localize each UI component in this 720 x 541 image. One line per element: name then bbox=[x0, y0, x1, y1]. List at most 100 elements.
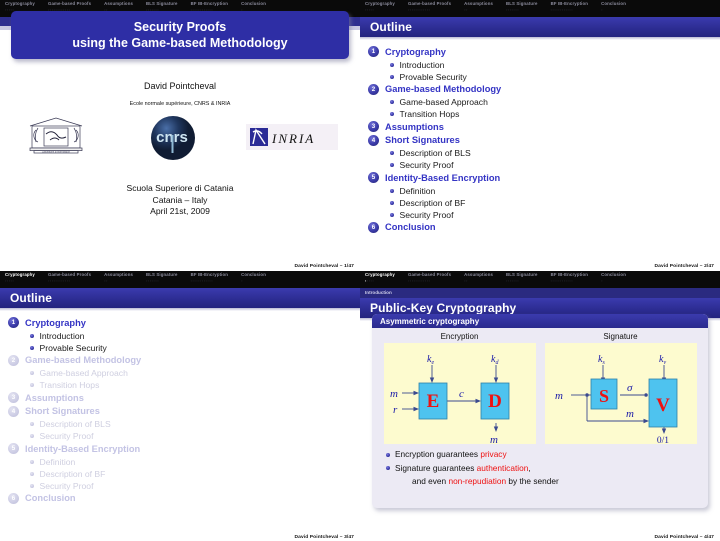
nav-section-label: BLS Signature bbox=[146, 272, 178, 277]
outline-subitem-game-based-approach[interactable]: Game-based Approach bbox=[8, 367, 360, 379]
outline-item-identity-based-encryption[interactable]: 5 Identity-Based Encryption bbox=[368, 171, 720, 184]
outline-subitem-description-of-bf[interactable]: Description of BF bbox=[8, 468, 360, 480]
signature-passthrough-m: m bbox=[626, 408, 634, 420]
nav-dot[interactable]: ◦ bbox=[373, 279, 375, 283]
bullet-dot-icon bbox=[30, 483, 34, 488]
inria-logo: INRIA bbox=[246, 124, 338, 150]
outline-subitem-provable-security[interactable]: Provable Security bbox=[8, 342, 360, 354]
nav-section-assumptions[interactable]: Assumptions ◦◦ bbox=[464, 1, 493, 13]
outline-item-assumptions[interactable]: 3 Assumptions bbox=[8, 391, 360, 404]
nav-section-conclusion[interactable]: Conclusion ◦ bbox=[601, 272, 626, 284]
slide-3-outline-highlight[interactable]: Cryptography ◦◦◦◦◦ Game-based Proofs ◦◦◦◦◦◦… bbox=[0, 271, 360, 541]
slide-1-title-page[interactable]: Cryptography ◦◦◦◦◦ Game-based Proofs ◦◦◦◦◦◦… bbox=[0, 0, 360, 270]
nav-dot[interactable]: ◦ bbox=[601, 8, 603, 12]
nav-section-assumptions[interactable]: Assumptions ◦◦ bbox=[464, 272, 493, 284]
outline-item-identity-based-encryption[interactable]: 5 Identity-Based Encryption bbox=[8, 442, 360, 455]
outline-subitem-game-based-approach[interactable]: Game-based Approach bbox=[368, 96, 720, 108]
nav-section-bls-signature[interactable]: BLS Signature ◦◦◦◦◦◦◦ bbox=[146, 272, 178, 284]
outline-item-conclusion[interactable]: 6 Conclusion bbox=[8, 492, 360, 505]
outline-section-label: Cryptography bbox=[385, 46, 446, 57]
outline-item-short-signatures[interactable]: 4 Short Signatures bbox=[8, 405, 360, 418]
slide-2-outline[interactable]: Cryptography ◦◦◦◦◦ Game-based Proofs ◦◦◦◦◦◦… bbox=[360, 0, 720, 270]
outline-item-game-based-methodology[interactable]: 2 Game-based Methodology bbox=[368, 83, 720, 96]
nav-dot[interactable]: ◦ bbox=[517, 8, 519, 12]
nav-section-assumptions[interactable]: Assumptions ◦◦ bbox=[104, 272, 133, 284]
nav-section-label: BLS Signature bbox=[506, 1, 538, 6]
nav-dot[interactable]: ◦ bbox=[517, 279, 519, 283]
outline-number-badge: 4 bbox=[8, 405, 19, 417]
outline-item-cryptography[interactable]: 1 Cryptography bbox=[8, 316, 360, 329]
encryption-caption: Encryption bbox=[440, 332, 479, 341]
nav-section-cryptography[interactable]: Cryptography ▪◦◦◦◦ bbox=[365, 272, 395, 284]
nav-section-game-based-proofs[interactable]: Game-based Proofs ◦◦◦◦◦◦◦◦◦◦◦◦ bbox=[48, 272, 91, 284]
nav-section-bls-signature[interactable]: BLS Signature ◦◦◦◦◦◦◦ bbox=[506, 1, 538, 13]
outline-subitem-security-proof[interactable]: Security Proof bbox=[8, 430, 360, 442]
outline-item-cryptography[interactable]: 1 Cryptography bbox=[368, 45, 720, 58]
outline-subitem-security-proof[interactable]: Security Proof bbox=[8, 480, 360, 492]
nav-dot[interactable]: ◦ bbox=[429, 279, 431, 283]
outline-subitem-security-proof[interactable]: Security Proof bbox=[368, 159, 720, 171]
outline-item-assumptions[interactable]: 3 Assumptions bbox=[368, 120, 720, 133]
slide-2-footer: David Pointcheval – 2/47 bbox=[654, 264, 714, 269]
venue-line-1: Scuola Superiore di Catania bbox=[126, 183, 234, 193]
nav-dot[interactable]: ◦ bbox=[157, 279, 159, 283]
bullet-encryption: Encryption guarantees privacy bbox=[386, 449, 702, 460]
nav-section-cryptography[interactable]: Cryptography ◦◦◦◦◦ bbox=[365, 1, 395, 13]
nav-section-cryptography[interactable]: Cryptography ◦◦◦◦◦ bbox=[5, 272, 35, 284]
nav-section-conclusion[interactable]: Conclusion ◦ bbox=[601, 1, 626, 13]
signature-sigma: σ bbox=[627, 382, 633, 394]
outline-subitem-description-of-bf[interactable]: Description of BF bbox=[368, 197, 720, 209]
nav-dot[interactable]: ◦ bbox=[106, 279, 108, 283]
nav-dot[interactable]: ◦ bbox=[601, 279, 603, 283]
signature-canvas: S V ks kv m σ m 0/1 bbox=[544, 343, 697, 446]
outline-subitem-description-of-bls[interactable]: Description of BLS bbox=[368, 147, 720, 159]
nav-dot[interactable]: ◦ bbox=[69, 279, 71, 283]
nav-dot[interactable]: ◦ bbox=[571, 8, 573, 12]
nav-section-bf-ib-encryption[interactable]: BF IB-Encryption ◦◦◦◦◦◦◦◦◦◦◦◦ bbox=[191, 272, 229, 284]
nav-dot[interactable]: ◦ bbox=[211, 279, 213, 283]
key-verify-label: kv bbox=[659, 354, 666, 366]
nav-section-label: Assumptions bbox=[464, 1, 494, 6]
nav-section-game-based-proofs[interactable]: Game-based Proofs ◦◦◦◦◦◦◦◦◦◦◦◦ bbox=[408, 272, 451, 284]
nav-section-bf-ib-encryption[interactable]: BF IB-Encryption ◦◦◦◦◦◦◦◦◦◦◦◦ bbox=[551, 272, 589, 284]
outline-subitem-description-of-bls[interactable]: Description of BLS bbox=[8, 418, 360, 430]
slide-4-public-key-cryptography[interactable]: Cryptography ▪◦◦◦◦ Game-based Proofs ◦◦◦◦◦◦… bbox=[360, 271, 720, 541]
outline-section-label: Identity-Based Encryption bbox=[25, 443, 141, 454]
outline-subitem-definition[interactable]: Definition bbox=[8, 456, 360, 468]
nav-section-bls-signature[interactable]: BLS Signature ◦◦◦◦◦◦◦ bbox=[506, 272, 538, 284]
title-line-2: using the Game-based Methodology bbox=[72, 36, 288, 50]
decryption-output-m: m bbox=[490, 434, 498, 444]
outline-item-conclusion[interactable]: 6 Conclusion bbox=[368, 221, 720, 234]
outline-number-badge: 1 bbox=[8, 317, 19, 328]
outline-section-label: Short Signatures bbox=[25, 406, 100, 416]
outline-subitem-introduction[interactable]: Introduction bbox=[8, 330, 360, 342]
nav-section-bf-ib-encryption[interactable]: BF IB-Encryption ◦◦◦◦◦◦◦◦◦◦◦◦ bbox=[551, 1, 589, 13]
outline-subitem-introduction[interactable]: Introduction bbox=[368, 59, 720, 71]
nav-dot[interactable]: ◦ bbox=[571, 279, 573, 283]
outline-item-game-based-methodology[interactable]: 2 Game-based Methodology bbox=[8, 354, 360, 367]
outline-subitem-transition-hops[interactable]: Transition Hops bbox=[368, 108, 720, 120]
svg-text:INRIA: INRIA bbox=[271, 131, 315, 146]
outline-subitem-provable-security[interactable]: Provable Security bbox=[368, 71, 720, 83]
slide-grid: Cryptography ◦◦◦◦◦ Game-based Proofs ◦◦◦◦◦◦… bbox=[0, 0, 720, 541]
outline-subitem-definition[interactable]: Definition bbox=[368, 185, 720, 197]
nav-dot[interactable]: ◦ bbox=[466, 8, 468, 12]
nav-section-conclusion[interactable]: Conclusion ◦ bbox=[241, 272, 266, 284]
outline-subitem-transition-hops[interactable]: Transition Hops bbox=[8, 379, 360, 391]
nav-section-game-based-proofs[interactable]: Game-based Proofs ◦◦◦◦◦◦◦◦◦◦◦◦ bbox=[408, 1, 451, 13]
nav-dot[interactable]: ◦ bbox=[373, 8, 375, 12]
nav-dot[interactable]: ◦ bbox=[466, 279, 468, 283]
nav-section-label: Cryptography bbox=[365, 1, 395, 6]
verify-box-V: V bbox=[656, 395, 670, 416]
encryption-input-r: r bbox=[393, 404, 398, 416]
outline-item-short-signatures[interactable]: 4 Short Signatures bbox=[368, 134, 720, 147]
nav-dot[interactable]: ◦ bbox=[13, 279, 15, 283]
outline-section: 4 Short Signatures Description of BLS Secur… bbox=[368, 134, 720, 172]
diagram-row: Encryption E D ke kd m r c m Signature S… bbox=[378, 332, 702, 446]
nav-dot[interactable]: ◦ bbox=[241, 279, 243, 283]
nav-dot[interactable]: ◦ bbox=[429, 8, 431, 12]
outline-number-badge: 4 bbox=[368, 134, 379, 146]
outline-number-badge: 2 bbox=[368, 83, 379, 95]
outline-number-badge: 5 bbox=[368, 172, 379, 183]
outline-subitem-security-proof[interactable]: Security Proof bbox=[368, 209, 720, 221]
